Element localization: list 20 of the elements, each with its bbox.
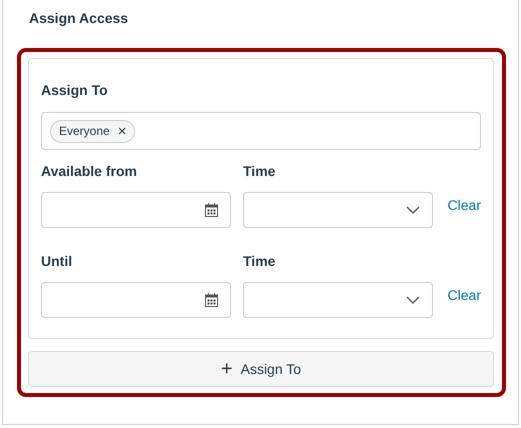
time-select[interactable] — [243, 282, 433, 318]
date-input[interactable] — [41, 192, 231, 228]
field-label: Time — [243, 252, 276, 270]
tag-label: Everyone — [59, 124, 110, 138]
add-assignment-button[interactable]: + Assign To — [28, 351, 494, 387]
field-label: Until — [41, 252, 74, 270]
calendar-icon — [205, 203, 218, 217]
remove-icon[interactable]: × — [118, 124, 126, 138]
field-label: Time — [243, 162, 276, 180]
time-select[interactable] — [243, 192, 433, 228]
clear-link[interactable]: Clear — [448, 197, 481, 213]
field-label: Assign To — [41, 81, 109, 99]
chevron-down-icon — [406, 206, 420, 214]
section-title: Assign Access — [28, 10, 130, 28]
calendar-icon — [205, 293, 218, 307]
chevron-down-icon — [406, 296, 420, 304]
assignee-field[interactable]: Everyone × — [41, 112, 481, 150]
field-label: Available from — [41, 162, 138, 180]
clear-link[interactable]: Clear — [448, 287, 481, 303]
date-input[interactable] — [41, 282, 231, 318]
